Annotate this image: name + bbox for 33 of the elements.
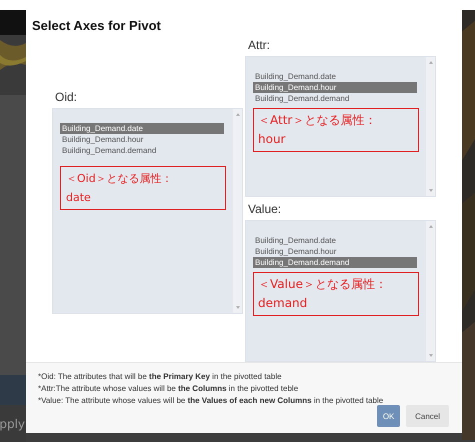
scroll-up-icon[interactable] — [428, 225, 432, 228]
toolbar-bar — [0, 375, 26, 405]
list-item[interactable]: Building_Demand.date — [253, 235, 417, 246]
scroll-down-icon[interactable] — [236, 306, 240, 310]
dialog-title: Select Axes for Pivot — [31, 17, 162, 35]
scroll-down-icon[interactable] — [428, 354, 432, 358]
ok-button[interactable]: OK — [377, 405, 400, 427]
footnote-text: *Oid: The attributes that will be the Primary Key in the pivotted table — [38, 371, 283, 384]
scroll-up-icon[interactable] — [236, 113, 240, 116]
field-label: Oid: — [54, 90, 78, 106]
field-label: Value: — [247, 202, 282, 218]
annotation-note: ＜Oid＞となる属性： date — [60, 166, 226, 210]
list-item[interactable]: Building_Demand.demand — [60, 145, 224, 156]
list-item[interactable]: Building_Demand.demand — [253, 257, 417, 268]
footnote-text: *Value: The attribute whose values will be the Values of each new Columns in the pivotted table — [38, 395, 384, 408]
annotation-note: ＜Value＞となる属性： demand — [253, 272, 419, 316]
list-item[interactable]: Building_Demand.date — [253, 71, 417, 82]
scroll-down-icon[interactable] — [428, 189, 432, 192]
annotation-note: ＜Attr＞となる属性： hour — [253, 108, 419, 152]
header-bar — [0, 10, 26, 35]
list-item[interactable]: Building_Demand.hour — [60, 134, 224, 146]
list-item[interactable]: Building_Demand.demand — [253, 93, 417, 104]
cancel-button[interactable]: Cancel — [406, 405, 449, 427]
scrollbar[interactable] — [426, 221, 435, 362]
scroll-up-icon[interactable] — [428, 61, 432, 64]
list-item[interactable]: Building_Demand.hour — [253, 246, 417, 258]
field-label: Attr: — [247, 38, 272, 54]
scrollbar[interactable] — [426, 57, 435, 196]
button-label[interactable]: pply — [0, 416, 25, 430]
list-item[interactable]: Building_Demand.date — [60, 123, 224, 134]
scrollbar[interactable] — [233, 109, 242, 314]
list-item[interactable]: Building_Demand.hour — [253, 82, 417, 94]
footnote-text: *Attr:The attribute whose values will be the Columns in the pivotted teble — [38, 383, 300, 396]
